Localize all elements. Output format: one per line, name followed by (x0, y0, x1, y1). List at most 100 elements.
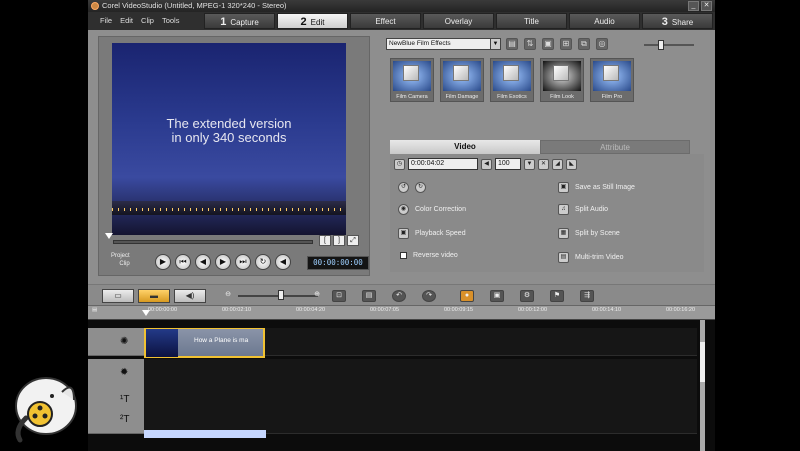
ruler-tick: 00:00:00:00 (148, 307, 178, 313)
color-correction-option[interactable]: ◉ Color Correction (398, 204, 466, 215)
save-still-option[interactable]: ▣ Save as Still Image (558, 182, 635, 193)
effect-thumb-film-exotics[interactable]: Film Exotics (490, 58, 534, 102)
preview-scrubber[interactable] (113, 240, 313, 244)
thumbnail-size-slider[interactable] (644, 44, 694, 46)
split-by-scene-option[interactable]: ▦ Split by Scene (558, 228, 620, 239)
preview-overlay-text: The extended version in only 340 seconds (166, 116, 292, 145)
timeline-view-button[interactable]: ▬ (138, 289, 170, 303)
timeline-scrollbar[interactable] (700, 320, 705, 451)
zoom-out-icon[interactable]: ⊖ (221, 290, 235, 302)
timeline-toolbar: ▭ ▬ ◀) ⊖ ⊕ ⊡ ▤ ↶ ↷ ● ▣ ⚙ ⚑ ⇶ (88, 284, 715, 306)
video-track-header[interactable]: ✺ (88, 328, 144, 356)
playback-speed-option[interactable]: ▣ Playback Speed (398, 228, 466, 239)
step-capture[interactable]: 1 Capture (204, 13, 275, 29)
title-track-2-header[interactable]: ²T (88, 406, 144, 434)
enlarge-icon[interactable]: ⤢ (347, 235, 359, 246)
trim-handle[interactable] (105, 233, 113, 239)
rotate-right-icon[interactable]: ↻ (415, 182, 426, 193)
ruler-tick: 00:00:02:10 (222, 307, 252, 313)
chevron-down-icon: ▼ (490, 39, 500, 49)
step-effect[interactable]: Effect (350, 13, 421, 29)
video-clip[interactable]: How a Plane is ma (144, 328, 265, 358)
repeat-icon[interactable]: ↻ (255, 254, 271, 270)
step-title[interactable]: Title (496, 13, 567, 29)
overlay-track-header[interactable]: ✹ (88, 359, 144, 387)
smart-proxy-icon[interactable]: ▣ (490, 290, 504, 302)
enable-ripple-icon[interactable]: ⇶ (580, 290, 594, 302)
fit-project-icon[interactable]: ⊡ (332, 290, 346, 302)
menu-clip[interactable]: Clip (141, 16, 154, 25)
effect-thumb-film-look[interactable]: Film Look (540, 58, 584, 102)
chapter-point-icon[interactable]: ⚑ (550, 290, 564, 302)
reverse-video-option[interactable]: Reverse video (400, 252, 458, 259)
insert-media-icon[interactable]: ▤ (362, 290, 376, 302)
videostudio-window: Corel VideoStudio (Untitled, MPEG-1 320*… (88, 0, 715, 451)
sort-icon[interactable]: ⇅ (524, 38, 536, 50)
minimize-button[interactable]: _ (688, 1, 699, 11)
undo-icon[interactable]: ↶ (392, 290, 406, 302)
next-frame-icon[interactable]: ▶ (215, 254, 231, 270)
audio-clip[interactable] (144, 430, 266, 438)
close-button[interactable]: ✕ (701, 1, 712, 11)
folder-icon[interactable]: ▤ (506, 38, 518, 50)
volume-field[interactable]: 100 (495, 158, 521, 170)
mark-in-button[interactable]: [ (319, 235, 331, 246)
export-icon[interactable]: ⧉ (578, 38, 590, 50)
mark-out-button[interactable]: ] (333, 235, 345, 246)
effect-thumb-film-damage[interactable]: Film Damage (440, 58, 484, 102)
storyboard-view-button[interactable]: ▭ (102, 289, 134, 303)
play-icon[interactable]: ▶ (155, 254, 171, 270)
track-manager-icon[interactable]: ⚙ (520, 290, 534, 302)
reverse-video-checkbox[interactable] (400, 252, 407, 259)
import-icon[interactable]: ⊞ (560, 38, 572, 50)
timeline-ruler[interactable]: ▤ 00:00:00:00 00:00:02:10 00:00:04:20 00… (88, 306, 715, 320)
ruler-tick: 00:00:14:10 (592, 307, 622, 313)
tab-video[interactable]: Video (390, 140, 540, 154)
zoom-knob[interactable] (278, 290, 284, 300)
library-manager-icon[interactable]: ▣ (542, 38, 554, 50)
menu-tools[interactable]: Tools (162, 16, 180, 25)
split-audio-option[interactable]: ♫ Split Audio (558, 204, 608, 215)
audio-view-button[interactable]: ◀) (174, 289, 206, 303)
timeline-tracks: ✺ ✹ ¹T ²T How a Plane is ma (88, 320, 715, 451)
speaker-icon: ◀ (481, 158, 492, 170)
mute-icon[interactable]: ✕ (538, 158, 549, 170)
app-icon (91, 2, 99, 10)
ruler-tick: 00:00:16:20 (666, 307, 696, 313)
home-icon[interactable]: ⏮ (175, 254, 191, 270)
multi-trim-option[interactable]: ▤ Multi-trim Video (558, 252, 624, 263)
rotate-left-icon[interactable]: ↺ (398, 182, 409, 193)
project-clip-label: Project Clip (111, 252, 130, 268)
step-audio[interactable]: Audio (569, 13, 640, 29)
step-overlay[interactable]: Overlay (423, 13, 494, 29)
record-capture-icon[interactable]: ● (460, 290, 474, 302)
ruler-toggle-icon[interactable]: ▤ (92, 307, 97, 313)
thumbnail-size-knob[interactable] (658, 40, 664, 50)
effect-thumb-film-pro[interactable]: Film Pro (590, 58, 634, 102)
overlay-track[interactable] (144, 359, 697, 387)
preview-video: The extended version in only 340 seconds (112, 43, 346, 235)
menu-edit[interactable]: Edit (120, 16, 133, 25)
effect-category-select[interactable]: NewBlue Film Effects ▼ (386, 38, 501, 50)
fade-in-icon[interactable]: ◢ (552, 158, 563, 170)
redo-icon[interactable]: ↷ (422, 290, 436, 302)
effect-thumb-film-camera[interactable]: Film Camera (390, 58, 434, 102)
zoom-in-icon[interactable]: ⊕ (310, 290, 324, 302)
project-label[interactable]: Project (111, 252, 130, 260)
tab-attribute[interactable]: Attribute (540, 140, 690, 154)
fade-out-icon[interactable]: ◣ (566, 158, 577, 170)
step-edit[interactable]: 2 Edit (277, 13, 348, 29)
previous-frame-icon[interactable]: ◀ (195, 254, 211, 270)
end-icon[interactable]: ⏭ (235, 254, 251, 270)
timeline-scroll-thumb[interactable] (700, 342, 705, 382)
timecode-display[interactable]: 00:00:00:00 (307, 256, 369, 270)
video-options: ◷ 0:00:04:02 ◀ 100 ▼ ✕ ◢ ◣ ↺ ↻ ◉ Color Cor… (390, 154, 704, 272)
speed-icon: ▣ (398, 228, 409, 239)
step-share[interactable]: 3 Share (642, 13, 713, 29)
menu-file[interactable]: File (100, 16, 112, 25)
volume-stepper-icon[interactable]: ▼ (524, 158, 535, 170)
duration-field[interactable]: 0:00:04:02 (408, 158, 478, 170)
volume-icon[interactable]: ◀ (275, 254, 291, 270)
options-icon[interactable]: ◎ (596, 38, 608, 50)
clip-label[interactable]: Clip (111, 260, 129, 268)
